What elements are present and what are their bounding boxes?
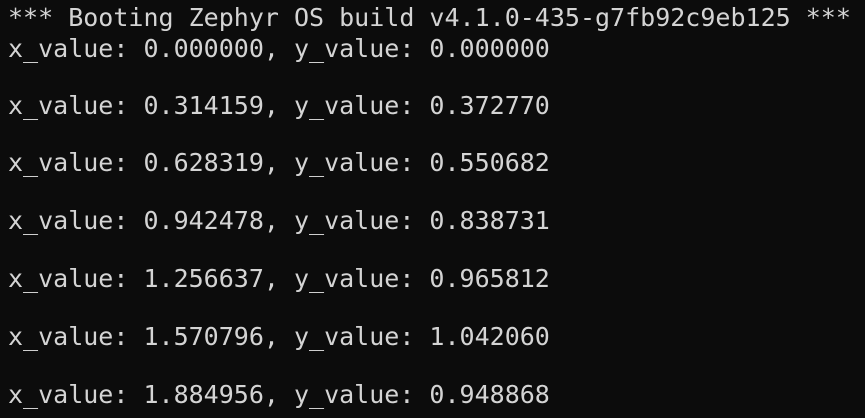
boot-banner: *** Booting Zephyr OS build v4.1.0-435-g… (8, 3, 851, 32)
output-line: x_value: 0.314159, y_value: 0.372770 (8, 91, 550, 120)
output-line: x_value: 0.000000, y_value: 0.000000 (8, 34, 550, 63)
output-line: x_value: 0.628319, y_value: 0.550682 (8, 148, 550, 177)
output-line: x_value: 1.884956, y_value: 0.948868 (8, 380, 550, 409)
output-line: x_value: 0.942478, y_value: 0.838731 (8, 206, 550, 235)
terminal-output[interactable]: *** Booting Zephyr OS build v4.1.0-435-g… (0, 0, 865, 418)
output-line: x_value: 1.570796, y_value: 1.042060 (8, 322, 550, 351)
output-line: x_value: 1.256637, y_value: 0.965812 (8, 264, 550, 293)
